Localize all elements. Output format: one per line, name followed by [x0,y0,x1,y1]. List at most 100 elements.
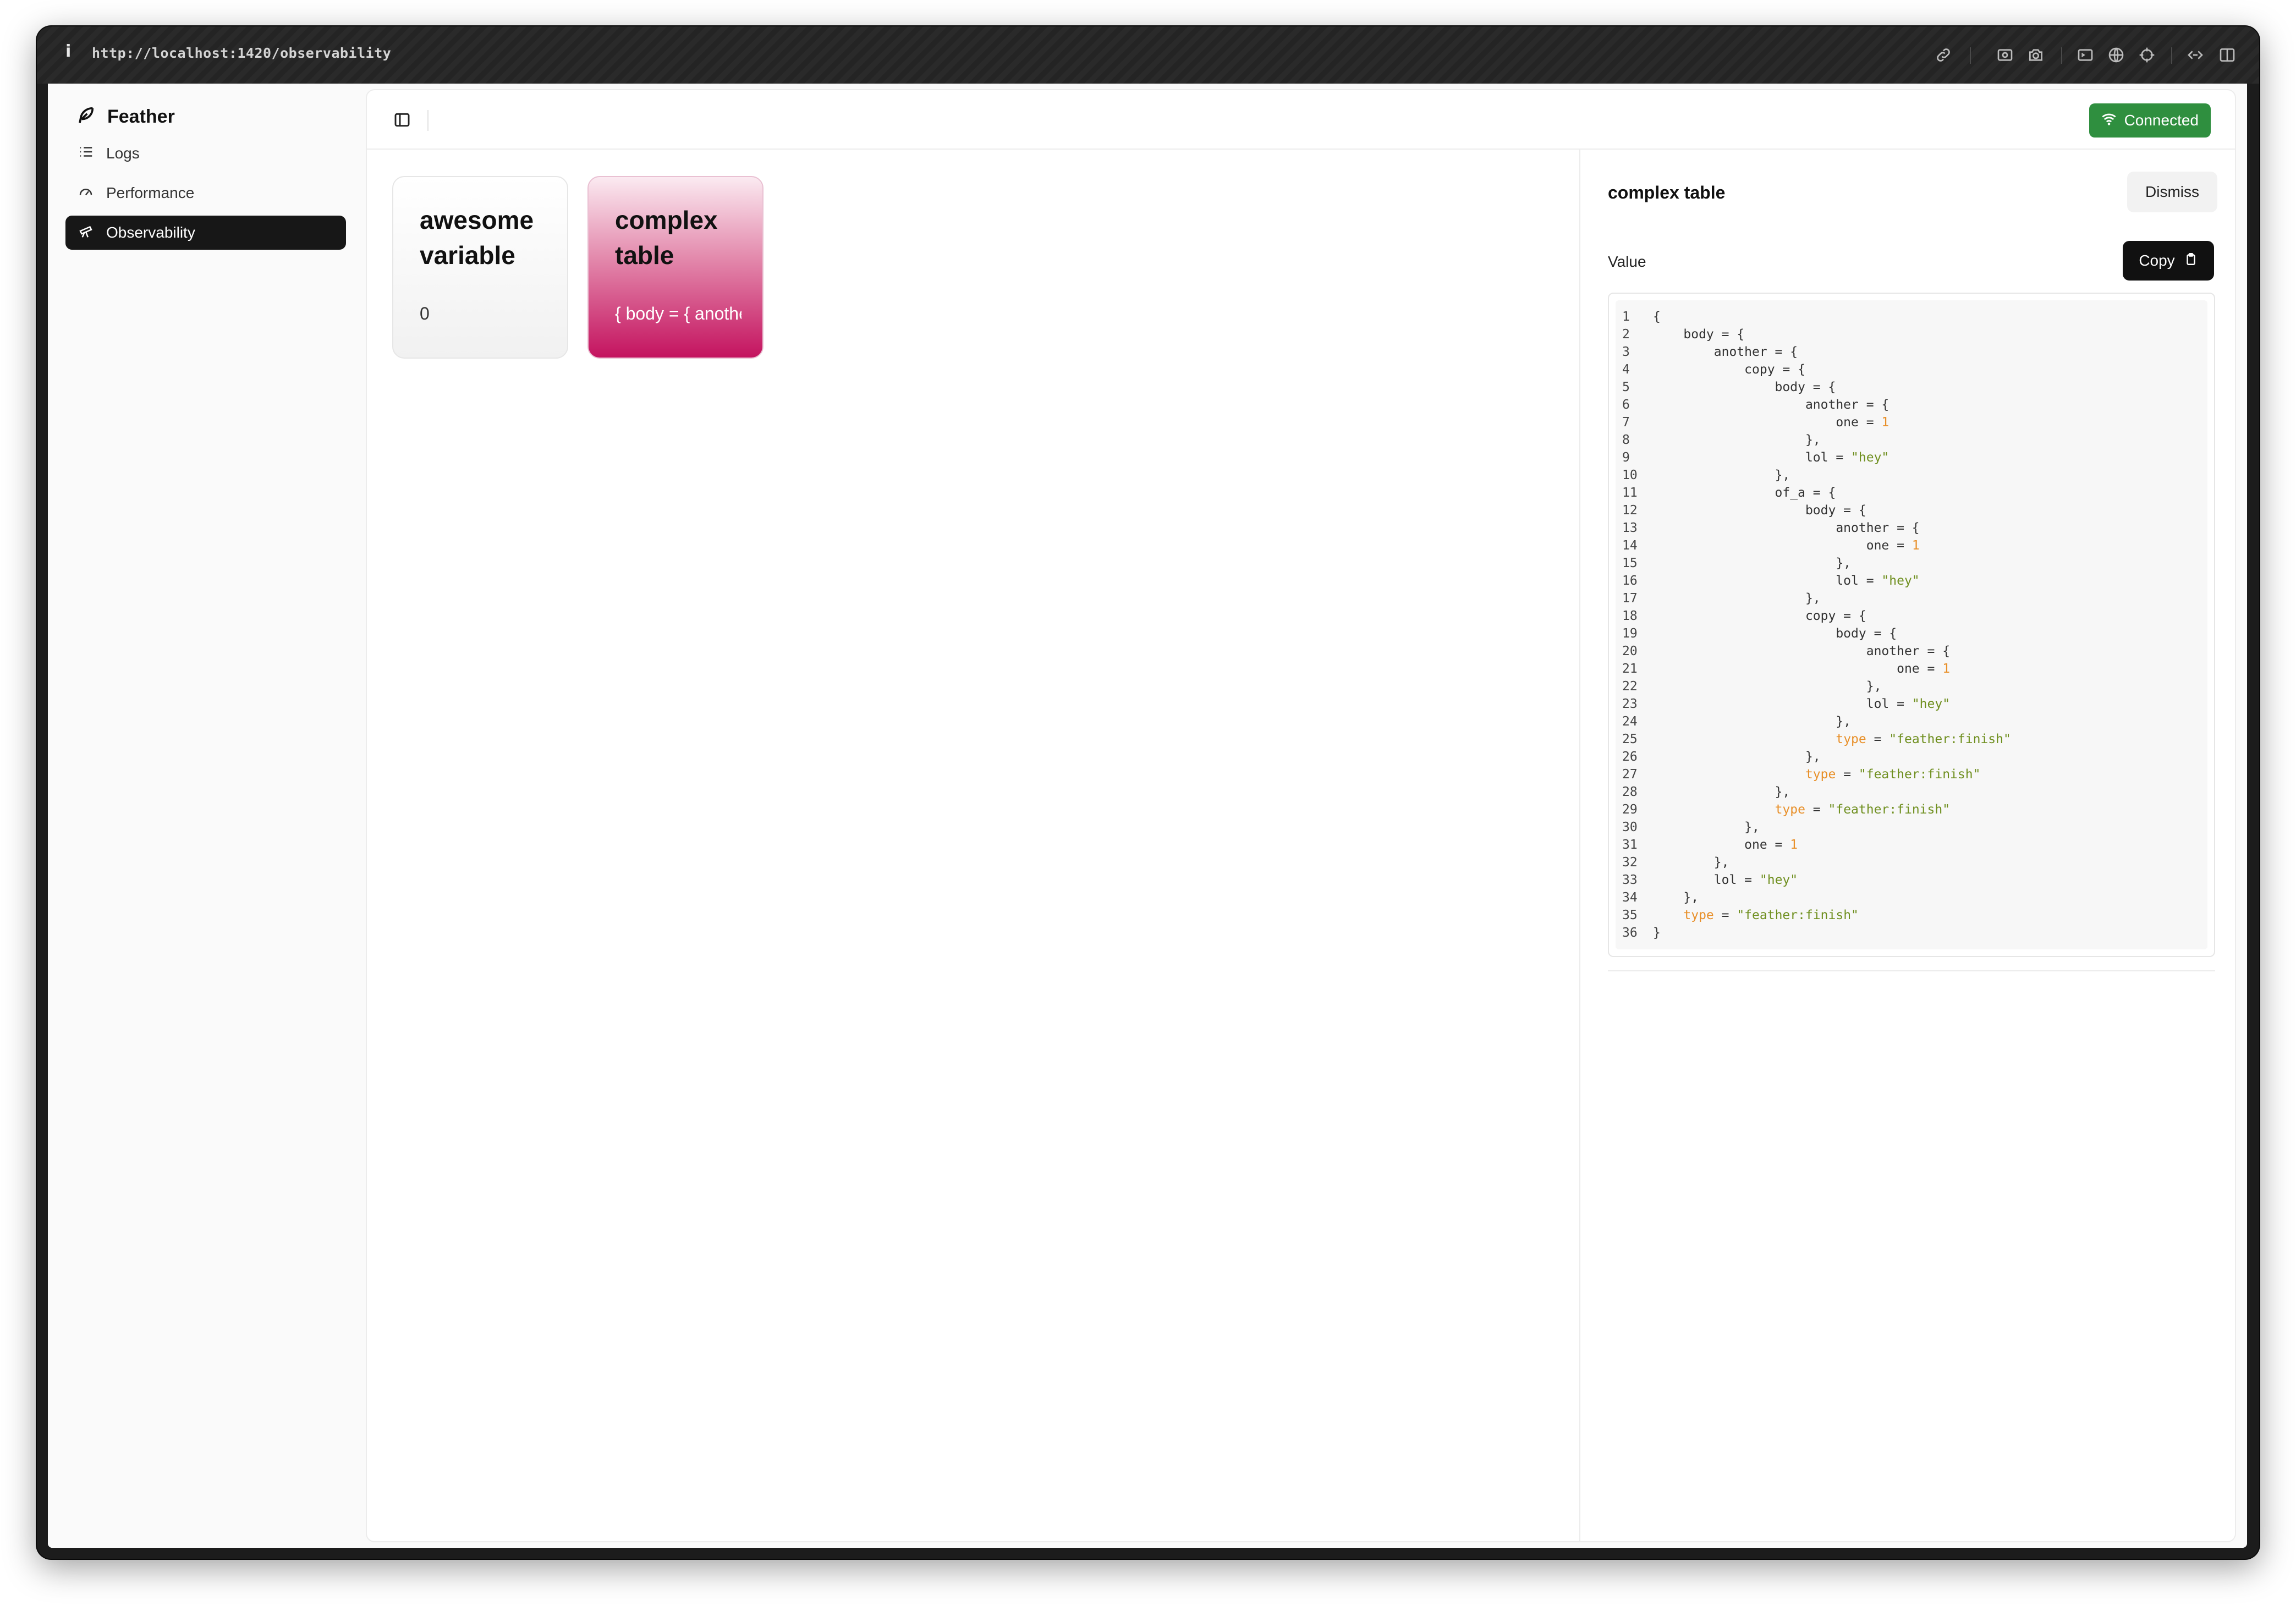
line-number: 30 [1622,820,1638,834]
code-text: }, [1653,891,1699,905]
code-line: 1{ [1616,308,2207,326]
code-text: type = "feather:finish" [1775,803,1951,817]
site-info-icon[interactable]: i [65,42,71,61]
toolbar-divider [2171,47,2172,64]
feather-logo-icon [74,105,96,129]
dismiss-button[interactable]: Dismiss [2127,172,2217,212]
code-line: 25 type = "feather:finish" [1616,730,2207,748]
terminal-icon[interactable] [2074,44,2096,66]
variable-card[interactable]: awesome variable 0 [392,176,568,359]
line-number: 19 [1622,626,1638,641]
code-line: 13 another = { [1616,519,2207,537]
sidebar-item-observability[interactable]: Observability [65,216,346,250]
brand[interactable]: Feather [74,105,175,129]
copy-button[interactable]: Copy [2123,241,2214,281]
camera-icon[interactable] [2025,44,2047,66]
address-bar-url[interactable]: http://localhost:1420/observability [92,45,391,61]
code-line: 11 of_a = { [1616,484,2207,502]
split-view-icon[interactable] [2216,44,2238,66]
code-line: 20 another = { [1616,642,2207,660]
code-text: }, [1653,591,1821,606]
line-number: 20 [1622,644,1638,658]
code-line: 31 one = 1 [1616,836,2207,854]
sidebar-item-logs[interactable]: Logs [65,136,346,171]
detail-title: complex table [1608,183,1726,202]
code-text: body = { [1653,626,1897,641]
code-text: { [1653,310,1661,324]
code-line: 4 copy = { [1616,361,2207,378]
code-line: 9 lol = "hey" [1616,449,2207,466]
line-number: 8 [1622,433,1630,447]
code-viewer[interactable]: 1{2 body = {3 another = {4 copy = {5 bod… [1608,293,2215,957]
app-root: Feather Logs Performance Observability C… [48,84,2247,1548]
code-text: }, [1653,556,1852,570]
crosshair-icon[interactable] [2136,44,2158,66]
code-line: 30 }, [1616,818,2207,836]
detail-panel: complex table Dismiss Value Copy 1{2 bod… [1579,150,2235,1541]
sidebar-toggle-button[interactable] [391,109,413,131]
code-text: lol = "hey" [1653,697,1951,711]
clipboard-icon [2184,252,2198,270]
link-icon[interactable] [1932,44,1954,66]
code-text: copy = { [1653,609,1866,623]
code-text: }, [1653,714,1852,729]
code-line: 6 another = { [1616,396,2207,414]
line-number: 24 [1622,714,1638,729]
line-number: 11 [1622,486,1638,500]
code-line: 36} [1616,924,2207,942]
code-text: one = 1 [1653,662,1951,676]
code-line: 7 one = 1 [1616,414,2207,431]
line-number: 4 [1622,362,1630,377]
app-name: Feather [107,106,175,127]
line-number: 27 [1622,767,1638,782]
globe-icon[interactable] [2105,44,2127,66]
variable-card-selected[interactable]: complex table { body = { another = { [587,176,763,359]
code-text: another = { [1653,398,1889,412]
code-line: 10 }, [1616,466,2207,484]
line-number: 33 [1622,873,1638,887]
code-text: }, [1653,820,1760,834]
code-text: }, [1653,679,1882,694]
copy-button-label: Copy [2139,252,2175,269]
code-line: 5 body = { [1616,378,2207,396]
screen-record-icon[interactable] [1994,44,2016,66]
code-line: 21 one = 1 [1616,660,2207,678]
line-number: 34 [1622,891,1638,905]
code-line: 8 }, [1616,431,2207,449]
code-line: 19 body = { [1616,625,2207,642]
gauge-icon [78,183,94,204]
code-line: 29 type = "feather:finish" [1616,801,2207,818]
line-number: 17 [1622,591,1638,606]
code-line: 12 body = { [1616,502,2207,519]
list-icon [78,144,94,164]
code-text: }, [1653,750,1821,764]
toolbar-divider [1970,47,1971,64]
line-number: 6 [1622,398,1630,412]
code-text: one = 1 [1653,538,1920,553]
line-number: 25 [1622,732,1638,746]
top-bar: Connected [367,90,2235,150]
sidebar-item-performance[interactable]: Performance [65,176,346,210]
variable-card-title: awesome variable [420,206,534,270]
code-text: }, [1653,785,1790,799]
code-text: body = { [1653,380,1836,394]
line-number: 36 [1622,926,1638,940]
line-number: 15 [1622,556,1638,570]
line-number: 22 [1622,679,1638,694]
code-line: 15 }, [1616,554,2207,572]
line-number: 1 [1622,310,1630,324]
code-text: body = { [1653,503,1866,518]
code-line: 24 }, [1616,713,2207,730]
line-number: 28 [1622,785,1638,799]
code-line: 28 }, [1616,783,2207,801]
devtools-icon[interactable] [2184,44,2206,66]
connection-status-badge: Connected [2089,103,2211,138]
code-line: 32 }, [1616,854,2207,871]
code-line: 22 }, [1616,678,2207,695]
line-number: 7 [1622,415,1630,430]
code-text: lol = "hey" [1653,574,1920,588]
code-line: 16 lol = "hey" [1616,572,2207,590]
code-line: 26 }, [1616,748,2207,766]
code-text: type = "feather:finish" [1805,767,1981,782]
line-number: 23 [1622,697,1638,711]
